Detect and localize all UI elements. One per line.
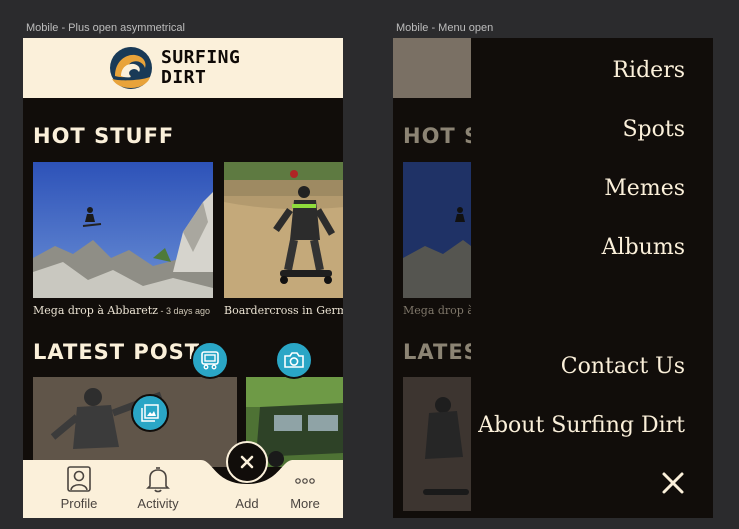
hot-stuff-card-1[interactable]: [33, 162, 213, 298]
dimmed-caption: Mega drop à: [403, 304, 471, 317]
tab-profile-label: Profile: [60, 496, 98, 511]
card-2-image: [224, 162, 343, 298]
tab-bar: Profile Activity Add More: [23, 460, 343, 518]
phone-plus-open: SURFING DIRT HOT STUFF Mega drop à Abbar…: [23, 38, 343, 518]
wave-logo-icon[interactable]: [109, 46, 153, 90]
gallery-icon: [141, 404, 159, 422]
menu-item-about[interactable]: About Surfing Dirt: [478, 413, 685, 438]
menu-item-albums[interactable]: Albums: [602, 235, 685, 260]
dimmed-header: [393, 38, 471, 98]
dimmed-card-image: [403, 162, 471, 298]
frame-label-left: Mobile - Plus open asymmetrical: [26, 22, 185, 34]
close-icon: [240, 455, 254, 469]
bell-icon: [146, 467, 170, 493]
frame-label-right: Mobile - Menu open: [396, 22, 494, 34]
more-dots-icon: [295, 478, 315, 484]
profile-icon: [67, 466, 91, 492]
section-title-latest-posts: LATEST POSTS: [33, 340, 217, 364]
upload-video-button[interactable]: [191, 341, 229, 379]
menu-item-memes[interactable]: Memes: [604, 176, 685, 201]
hot-stuff-card-2[interactable]: [224, 162, 343, 298]
tab-profile[interactable]: Profile: [49, 460, 109, 518]
card-1-image: [33, 162, 213, 298]
caption-1-title: Mega drop à Abbaretz: [33, 304, 158, 317]
hot-stuff-caption-1: Mega drop à Abbaretz - 3 days ago: [33, 304, 210, 317]
camera-button[interactable]: [275, 341, 313, 379]
tab-activity[interactable]: Activity: [128, 460, 188, 518]
app-header: SURFING DIRT: [23, 38, 343, 98]
menu-close-icon[interactable]: [661, 471, 685, 495]
menu-item-contact-us[interactable]: Contact Us: [561, 354, 685, 379]
tab-add-label: Add: [235, 496, 259, 511]
brand-name-line1: SURFING: [161, 47, 241, 68]
main-menu-panel: Riders Spots Memes Albums Contact Us Abo…: [471, 38, 713, 518]
brand-name-line2: DIRT: [161, 67, 207, 88]
tab-more[interactable]: More: [275, 460, 335, 518]
camera-icon: [284, 352, 304, 368]
caption-1-meta: - 3 days ago: [157, 306, 210, 316]
dimmed-post-image: [403, 377, 471, 511]
dimmed-content[interactable]: HOT S Mega drop à LATES: [393, 38, 471, 518]
tab-activity-label: Activity: [137, 496, 179, 511]
gallery-button[interactable]: [131, 394, 169, 432]
dimmed-section-latest: LATES: [403, 340, 471, 364]
hot-stuff-caption-2: Boardercross in Germany: [224, 304, 343, 317]
phone-menu-open: HOT S Mega drop à LATES Riders Spots Mem…: [393, 38, 713, 518]
section-title-hot-stuff: HOT STUFF: [33, 124, 175, 148]
brand-name: SURFING DIRT: [161, 48, 240, 88]
video-upload-icon: [201, 351, 219, 370]
menu-item-riders[interactable]: Riders: [612, 58, 685, 83]
tab-more-label: More: [290, 496, 320, 511]
menu-item-spots[interactable]: Spots: [622, 117, 685, 142]
dimmed-section-hot-stuff: HOT S: [403, 124, 471, 148]
close-add-menu-button[interactable]: [226, 441, 268, 483]
